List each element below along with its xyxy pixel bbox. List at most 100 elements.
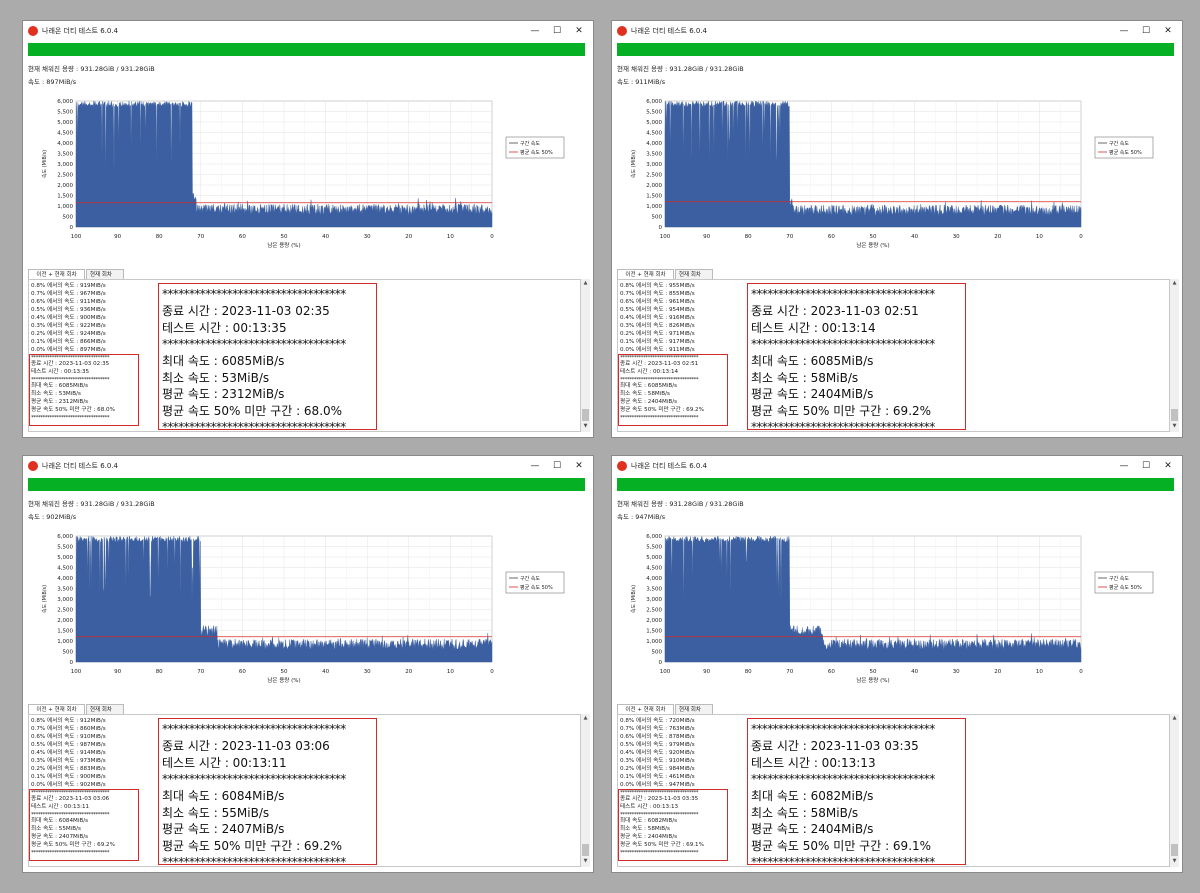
chart-svg: 05001,0001,5002,0002,5003,0003,5004,0004… <box>630 534 1154 684</box>
y-tick-label: 1,000 <box>646 639 662 645</box>
y-tick-label: 4,500 <box>57 566 73 572</box>
capacity-text: 현재 채워진 용량 : 931.28GiB / 931.28GiB <box>28 500 155 508</box>
zoom-below50: 평균 속도 50% 미만 구간 : 68.0% <box>162 403 343 418</box>
zoom-separator: ********************************** <box>162 772 346 786</box>
tab-previous-and-current[interactable]: 이전 + 현재 회차 <box>617 269 674 279</box>
log-scrollbar[interactable]: ▲ ▼ <box>1170 714 1179 867</box>
close-button[interactable]: ✕ <box>569 458 589 474</box>
log-line: 0.7% 에서의 속도 : 763MiB/s <box>620 726 695 732</box>
speed-text: 속도 : 902MiB/s <box>28 513 77 521</box>
speed-chart: 0 500 1,000 1,500 2,000 2,500 3,000 3,500 4,000 4… <box>617 534 1174 705</box>
zoom-test-time: 테스트 시간 : 00:13:14 <box>751 320 876 335</box>
y-tick-label: 4,000 <box>646 141 662 147</box>
scroll-up-icon[interactable]: ▲ <box>581 280 590 288</box>
log-scrollbar[interactable]: ▲ ▼ <box>581 279 590 432</box>
y-tick-label: 3,500 <box>57 152 73 158</box>
y-tick-label: 5,000 <box>646 555 662 561</box>
minimize-button[interactable]: — <box>1114 458 1134 474</box>
y-tick-label: 1,000 <box>57 639 73 645</box>
progress-bar <box>617 478 1174 491</box>
app-logo-icon <box>617 461 627 471</box>
tab-current[interactable]: 현재 회차 <box>86 704 124 714</box>
log-box[interactable]: 0.8% 에서의 속도 : 919MiB/s 0.7% 에서의 속도 : 967… <box>28 279 581 434</box>
tab-previous-and-current[interactable]: 이전 + 현재 회차 <box>28 704 85 714</box>
log-line: 0.3% 에서의 속도 : 826MiB/s <box>620 323 695 329</box>
close-button[interactable]: ✕ <box>1158 458 1178 474</box>
minimize-button[interactable]: — <box>1114 23 1134 39</box>
x-tick-label: 20 <box>994 669 1001 675</box>
title-bar[interactable]: 나래온 더티 테스트 6.0.4 — ☐ ✕ <box>23 21 593 41</box>
scroll-down-icon[interactable]: ▼ <box>1170 423 1179 431</box>
progress-fill <box>617 43 1174 56</box>
zoom-below50: 평균 속도 50% 미만 구간 : 69.2% <box>751 403 932 418</box>
x-tick-label: 100 <box>71 669 82 675</box>
log-line: 0.5% 에서의 속도 : 936MiB/s <box>31 307 106 313</box>
tab-current[interactable]: 현재 회차 <box>675 269 713 279</box>
scroll-up-icon[interactable]: ▲ <box>581 715 590 723</box>
log-line: 0.0% 에서의 속도 : 911MiB/s <box>620 347 695 353</box>
close-button[interactable]: ✕ <box>1158 23 1178 39</box>
speed-text: 속도 : 897MiB/s <box>28 78 77 86</box>
log-line: 0.5% 에서의 속도 : 954MiB/s <box>620 307 695 313</box>
zoom-end-time: 종료 시간 : 2023-11-03 02:51 <box>751 304 919 318</box>
scroll-down-icon[interactable]: ▼ <box>581 423 590 431</box>
log-line: 0.4% 에서의 속도 : 914MiB/s <box>31 750 106 756</box>
x-tick-label: 20 <box>405 669 412 675</box>
x-tick-label: 100 <box>660 669 671 675</box>
scroll-up-icon[interactable]: ▲ <box>1170 280 1179 288</box>
y-tick-label: 6,000 <box>57 99 73 105</box>
tab-previous-and-current[interactable]: 이전 + 현재 회차 <box>28 269 85 279</box>
scroll-up-icon[interactable]: ▲ <box>1170 715 1179 723</box>
scroll-down-icon[interactable]: ▼ <box>1170 858 1179 866</box>
scroll-thumb[interactable] <box>582 409 589 421</box>
x-tick-label: 30 <box>364 669 371 675</box>
maximize-button[interactable]: ☐ <box>547 458 567 474</box>
y-tick-label: 2,000 <box>646 183 662 189</box>
title-bar[interactable]: 나래온 더티 테스트 6.0.4 — ☐ ✕ <box>612 456 1182 476</box>
scroll-thumb[interactable] <box>582 844 589 856</box>
x-tick-label: 50 <box>870 234 877 240</box>
log-line: 0.6% 에서의 속도 : 961MiB/s <box>620 299 695 305</box>
log-line: 0.5% 에서의 속도 : 979MiB/s <box>620 742 695 748</box>
x-tick-label: 0 <box>490 234 494 240</box>
maximize-button[interactable]: ☐ <box>1136 458 1156 474</box>
log-scrollbar[interactable]: ▲ ▼ <box>1170 279 1179 432</box>
x-tick-label: 90 <box>114 669 121 675</box>
minimize-button[interactable]: — <box>525 23 545 39</box>
close-button[interactable]: ✕ <box>569 23 589 39</box>
log-box[interactable]: 0.8% 에서의 속도 : 955MiB/s 0.7% 에서의 속도 : 855… <box>617 279 1170 434</box>
scroll-thumb[interactable] <box>1171 409 1178 421</box>
minimize-button[interactable]: — <box>525 458 545 474</box>
x-tick-label: 90 <box>703 234 710 240</box>
tab-current[interactable]: 현재 회차 <box>86 269 124 279</box>
y-tick-label: 5,500 <box>57 110 73 116</box>
scroll-thumb[interactable] <box>1171 844 1178 856</box>
x-tick-label: 90 <box>114 234 121 240</box>
y-tick-label: 5,000 <box>57 555 73 561</box>
tab-current[interactable]: 현재 회차 <box>675 704 713 714</box>
log-line: 0.6% 에서의 속도 : 910MiB/s <box>31 734 106 740</box>
zoom-separator: ********************************** <box>162 287 346 301</box>
log-line: 0.2% 에서의 속도 : 984MiB/s <box>620 766 695 772</box>
y-tick-label: 1,000 <box>646 204 662 210</box>
capacity-text: 현재 채워진 용량 : 931.28GiB / 931.28GiB <box>617 500 744 508</box>
x-tick-label: 70 <box>197 234 204 240</box>
tab-previous-and-current[interactable]: 이전 + 현재 회차 <box>617 704 674 714</box>
log-line: 0.3% 에서의 속도 : 910MiB/s <box>620 758 695 764</box>
summary-zoom-callout: ********************************** 종료 시간… <box>158 283 377 434</box>
zoom-separator: ********************************** <box>751 772 935 786</box>
log-box[interactable]: 0.8% 에서의 속도 : 912MiB/s 0.7% 에서의 속도 : 860… <box>28 714 581 869</box>
zoom-max-speed: 최대 속도 : 6084MiB/s <box>162 789 285 803</box>
maximize-button[interactable]: ☐ <box>1136 23 1156 39</box>
x-tick-label: 30 <box>364 234 371 240</box>
x-tick-label: 70 <box>197 669 204 675</box>
summary-highlight-box <box>618 354 728 426</box>
title-bar[interactable]: 나래온 더티 테스트 6.0.4 — ☐ ✕ <box>612 21 1182 41</box>
y-axis-label: 속도 (MiB/s) <box>41 585 48 613</box>
log-scrollbar[interactable]: ▲ ▼ <box>581 714 590 867</box>
y-tick-label: 1,000 <box>57 204 73 210</box>
scroll-down-icon[interactable]: ▼ <box>581 858 590 866</box>
title-bar[interactable]: 나래온 더티 테스트 6.0.4 — ☐ ✕ <box>23 456 593 476</box>
log-box[interactable]: 0.8% 에서의 속도 : 720MiB/s 0.7% 에서의 속도 : 763… <box>617 714 1170 869</box>
maximize-button[interactable]: ☐ <box>547 23 567 39</box>
